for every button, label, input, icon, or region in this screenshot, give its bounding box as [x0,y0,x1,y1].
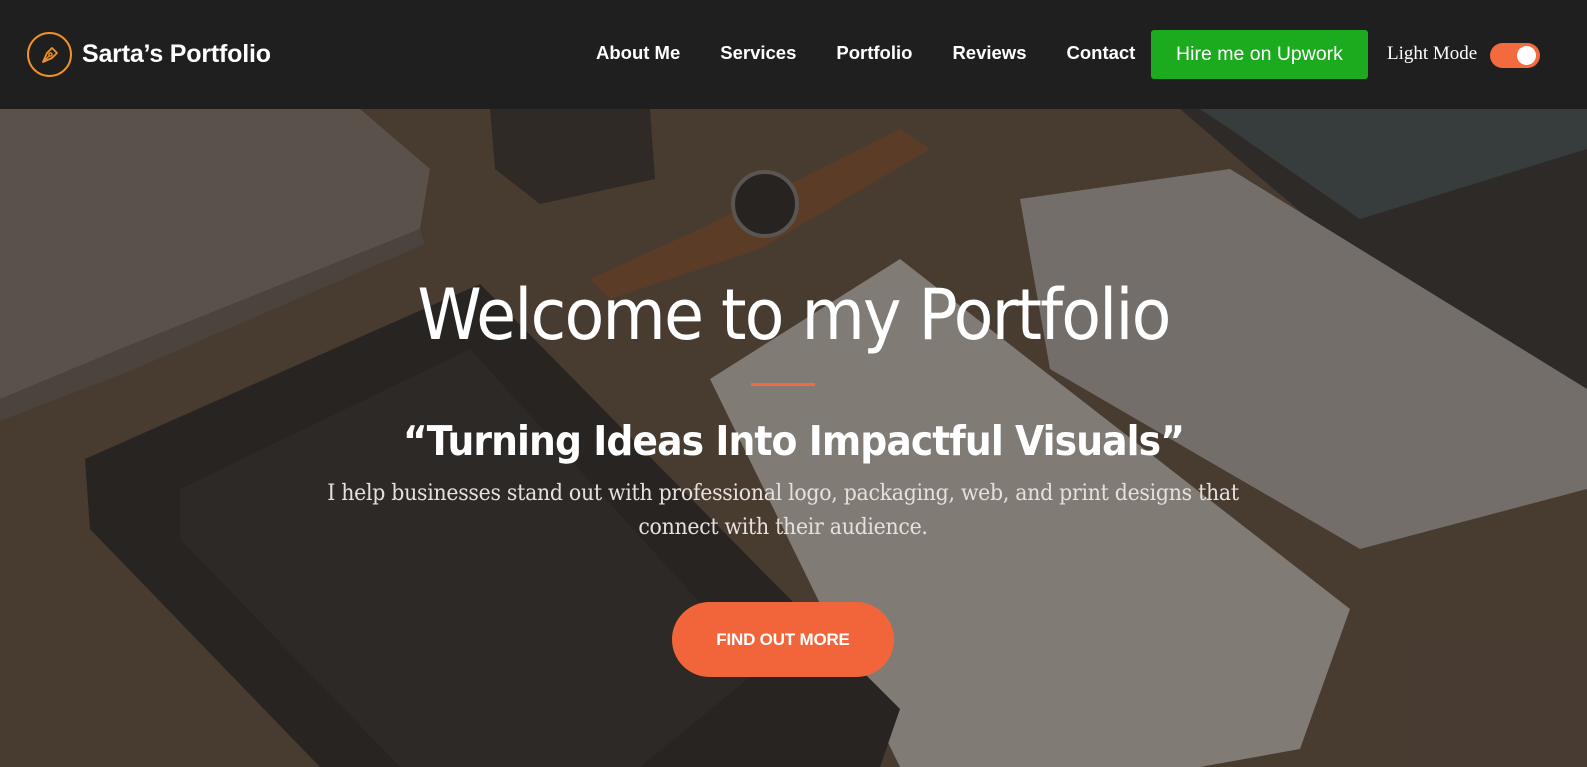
main-nav: About Me Services Portfolio Reviews Cont… [596,42,1175,64]
light-mode-toggle[interactable] [1490,43,1540,68]
hire-upwork-button[interactable]: Hire me on Upwork [1151,30,1368,79]
hero-content: Welcome to my Portfolio “Turning Ideas I… [0,109,1587,767]
brand-name: Sarta’s Portfolio [82,40,271,68]
top-navbar: Sarta’s Portfolio About Me Services Port… [0,0,1587,109]
hero-section: Welcome to my Portfolio “Turning Ideas I… [0,109,1587,767]
brand[interactable]: Sarta’s Portfolio [27,32,271,77]
nav-about-me[interactable]: About Me [596,42,680,64]
toggle-knob [1517,46,1536,65]
nav-reviews[interactable]: Reviews [952,42,1026,64]
hero-tagline: “Turning Ideas Into Impactful Visuals” [402,417,1185,465]
nav-contact[interactable]: Contact [1066,42,1135,64]
hero-title: Welcome to my Portfolio [417,274,1171,356]
nav-portfolio[interactable]: Portfolio [836,42,912,64]
light-mode-label: Light Mode [1387,43,1478,64]
hero-divider [751,383,815,386]
pen-nib-icon [27,32,72,77]
nav-services[interactable]: Services [720,42,796,64]
find-out-more-button[interactable]: FIND OUT MORE [672,602,894,677]
hero-description: I help businesses stand out with profess… [327,481,1239,540]
